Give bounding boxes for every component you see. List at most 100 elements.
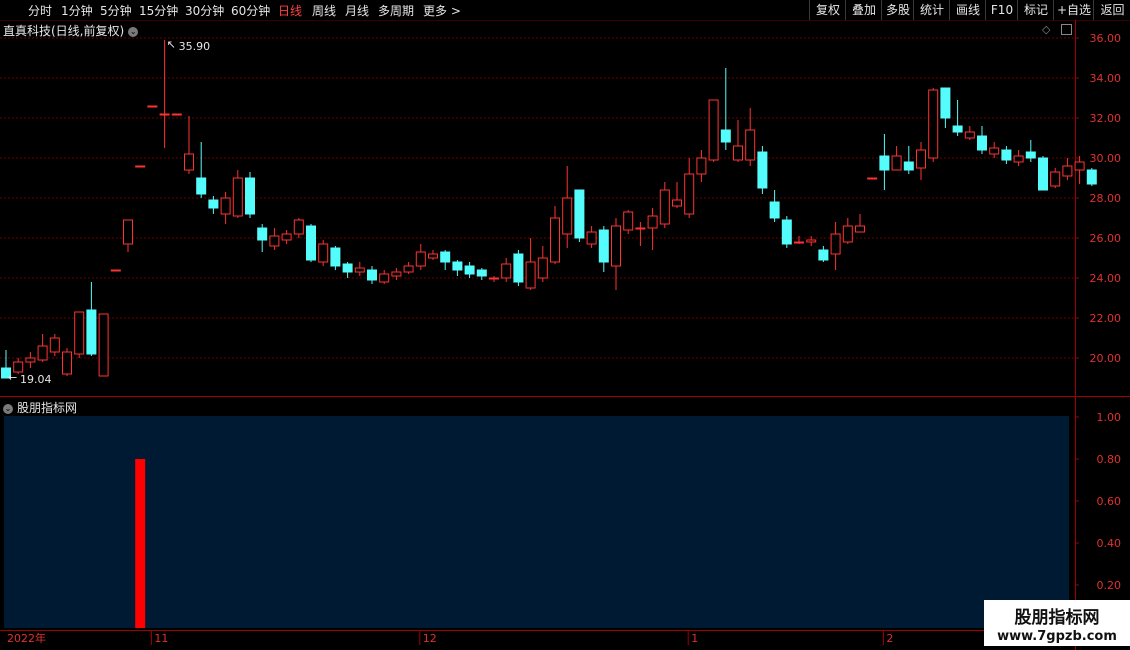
date-label: 11	[154, 632, 168, 645]
candle-body	[220, 197, 231, 215]
candle-body	[403, 265, 414, 273]
candle-body	[696, 157, 707, 175]
date-label: 12	[423, 632, 437, 645]
candle-body	[440, 251, 451, 263]
candle-body	[476, 269, 487, 277]
candle-body	[123, 219, 133, 245]
candle-body	[647, 215, 658, 229]
candle-body	[501, 263, 512, 279]
stock-chart-svg: 20.00 22.00 24.00 26.00 28.00 30.00 32.00 34.00…	[0, 20, 1130, 650]
candle-body	[37, 345, 48, 361]
candle-body	[257, 227, 268, 241]
candle-body	[598, 229, 609, 263]
indicator-tick-label: 0.80	[1097, 453, 1122, 466]
indicator-tick-label: 0.20	[1097, 579, 1122, 592]
candle-body	[464, 265, 475, 275]
candle-body	[379, 273, 390, 283]
watermark-line1: 股朋指标网	[1014, 608, 1100, 628]
candle-body	[964, 131, 975, 139]
candle-body	[1062, 165, 1073, 177]
candle-body	[525, 261, 536, 289]
candle-body	[25, 357, 36, 363]
date-label: 2	[886, 632, 893, 645]
candle-body	[940, 87, 951, 119]
candle-body	[977, 135, 987, 151]
price-tick-label: 20.00	[1090, 352, 1122, 365]
candle-body	[794, 241, 804, 244]
candle-body	[86, 309, 97, 355]
price-tick-label: 34.00	[1090, 72, 1122, 85]
candle-body	[1086, 169, 1097, 185]
candle-body	[1025, 151, 1036, 159]
candle-body	[415, 251, 426, 267]
date-label: 2022年	[7, 631, 46, 645]
candle-body	[171, 113, 182, 116]
candle-body	[672, 199, 682, 207]
indicator-tick-label: 0.60	[1097, 495, 1122, 508]
candle-body	[159, 113, 170, 116]
annotation-label: 19.04	[20, 373, 52, 386]
candle-body	[781, 219, 792, 245]
candle-body	[635, 227, 646, 230]
candle-body	[269, 235, 280, 247]
candle-body	[98, 313, 109, 377]
candle-body	[135, 165, 146, 168]
candle-body	[196, 177, 207, 195]
candle-body	[49, 337, 60, 353]
candle-body	[891, 155, 902, 171]
candle-body	[574, 189, 585, 239]
candle-body	[293, 219, 304, 235]
candle-body	[428, 253, 438, 259]
candle-body	[952, 125, 963, 133]
candle-body	[1038, 157, 1048, 191]
candle-body	[659, 189, 670, 225]
candle-body	[281, 233, 292, 241]
indicator-background	[4, 416, 1069, 628]
candle-body	[354, 267, 365, 273]
price-tick-label: 22.00	[1090, 312, 1122, 325]
candle-body	[550, 217, 560, 263]
candle-body	[684, 173, 695, 215]
candle-body	[110, 269, 121, 272]
candle-body	[147, 105, 158, 108]
candle-body	[855, 225, 865, 233]
candle-body	[745, 129, 756, 161]
indicator-tick-label: 1.00	[1097, 411, 1122, 424]
candle-body	[867, 177, 878, 180]
candle-body	[208, 199, 219, 209]
indicator-tick-label: 0.40	[1097, 537, 1122, 550]
watermark-line2: www.7gpzb.com	[997, 629, 1117, 644]
date-label: 1	[691, 632, 698, 645]
price-tick-label: 32.00	[1090, 112, 1122, 125]
price-tick-label: 36.00	[1090, 32, 1122, 45]
candle-body	[489, 277, 499, 280]
annotation-arrow: ↖	[167, 38, 176, 51]
candle-body	[757, 151, 768, 189]
candle-body	[586, 231, 597, 245]
candle-body	[879, 155, 890, 171]
indicator-bar	[135, 459, 146, 628]
watermark-logo: 股朋指标网 www.7gpzb.com	[984, 600, 1130, 646]
annotation-label: 35.90	[179, 40, 211, 53]
candle-body	[928, 89, 939, 159]
candle-body	[1074, 161, 1085, 171]
candle-body	[232, 177, 243, 217]
candle-body	[184, 153, 194, 171]
candle-body	[708, 99, 719, 161]
candle-body	[62, 351, 72, 375]
candle-body	[989, 147, 1000, 155]
candle-body	[1001, 149, 1012, 161]
candle-body	[245, 177, 255, 215]
candle-body	[733, 145, 743, 161]
candle-body	[1050, 171, 1061, 187]
candle-body	[916, 149, 926, 169]
candle-body	[720, 129, 731, 143]
candle-body	[830, 233, 841, 255]
price-tick-label: 26.00	[1090, 232, 1122, 245]
candle-body	[513, 253, 524, 283]
price-tick-label: 30.00	[1090, 152, 1122, 165]
annotation-arrow: ←	[8, 371, 17, 384]
candle-body	[903, 161, 914, 171]
candle-body	[391, 271, 402, 277]
candle-body	[611, 225, 621, 267]
